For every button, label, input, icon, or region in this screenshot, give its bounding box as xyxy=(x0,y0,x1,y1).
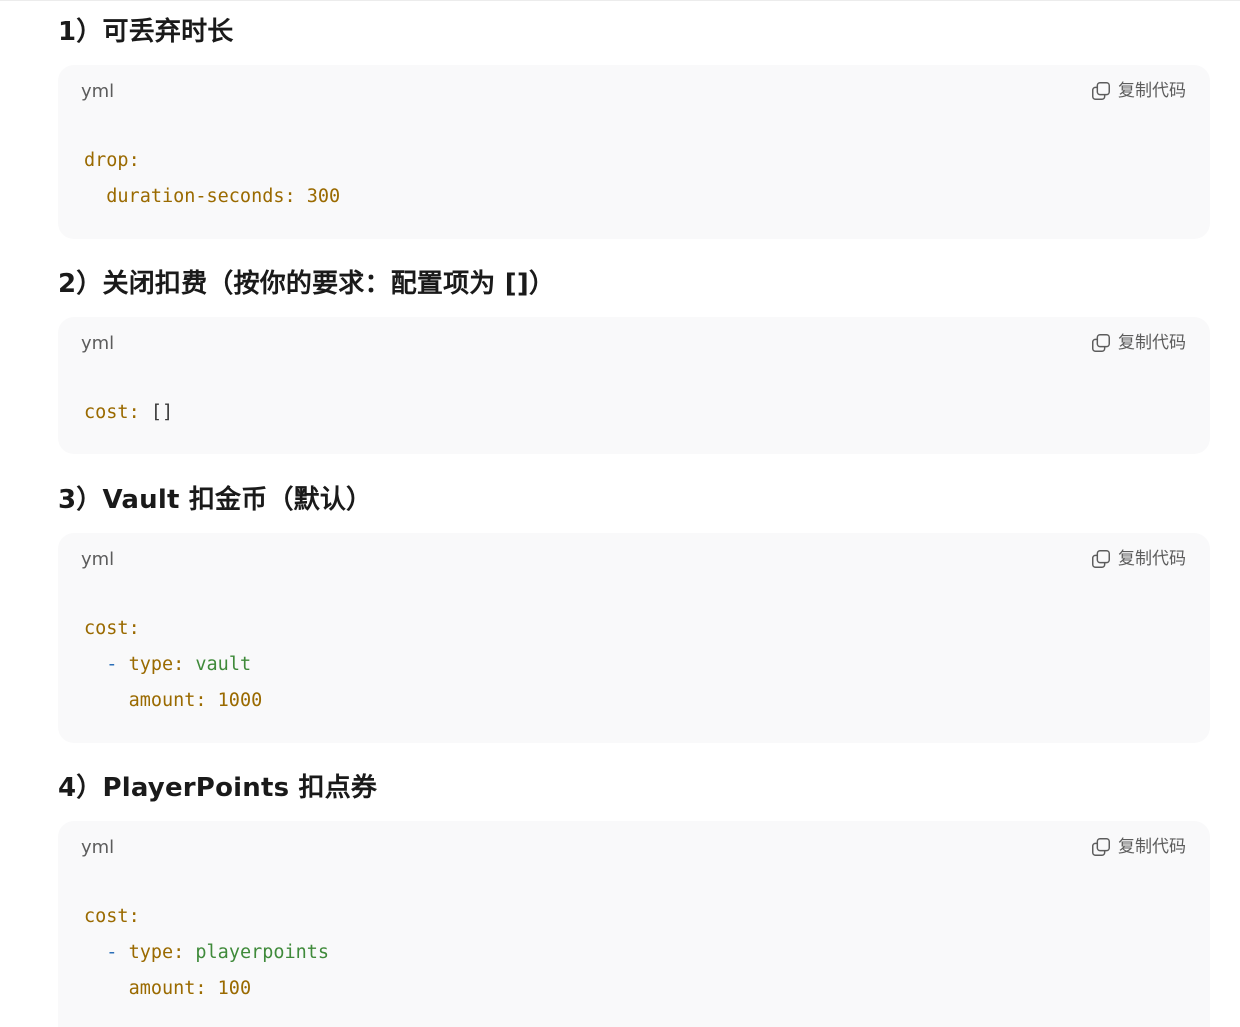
yaml-colon: : xyxy=(128,150,140,171)
copy-icon xyxy=(1092,82,1110,100)
copy-code-button[interactable]: 复制代码 xyxy=(1090,79,1186,103)
yaml-indent xyxy=(84,942,106,963)
code-line: - type: vault xyxy=(84,647,262,683)
copy-code-label: 复制代码 xyxy=(1118,81,1186,101)
yaml-colon: : xyxy=(173,942,196,963)
code-content: cost: - type: playerpoints amount: 100 xyxy=(84,899,329,1007)
yaml-key: amount xyxy=(128,690,196,711)
yaml-key: duration-seconds xyxy=(106,186,285,207)
copy-code-label: 复制代码 xyxy=(1118,333,1186,353)
code-line: amount: 1000 xyxy=(84,683,263,719)
code-language-label: yml xyxy=(81,549,115,570)
yaml-list-dash: - xyxy=(106,942,129,963)
code-content: cost: - type: vault amount: 1000 xyxy=(84,611,262,719)
yaml-number: 300 xyxy=(306,186,341,207)
yaml-string: vault xyxy=(195,654,252,675)
code-language-label: yml xyxy=(81,837,115,858)
yaml-key: type xyxy=(128,942,174,963)
code-line: cost: xyxy=(84,611,262,647)
yaml-colon: : xyxy=(128,906,140,927)
copy-code-button[interactable]: 复制代码 xyxy=(1090,331,1186,355)
section-title-vault-cost: 3）Vault 扣金币（默认） xyxy=(58,485,373,515)
yaml-indent xyxy=(84,186,106,207)
yaml-empty-list: [] xyxy=(150,402,174,423)
yaml-indent xyxy=(84,978,129,999)
section-title-drop-duration: 1）可丢弃时长 xyxy=(58,17,234,47)
yaml-indent xyxy=(84,690,129,711)
copy-code-label: 复制代码 xyxy=(1118,837,1186,857)
code-content: drop: duration-seconds: 300 xyxy=(84,143,340,215)
code-block-vault-cost: yml 复制代码 cost: - type: vault amount: 100… xyxy=(58,533,1210,743)
yaml-colon: : xyxy=(195,690,218,711)
code-line: cost: xyxy=(84,899,329,935)
copy-icon xyxy=(1092,334,1110,352)
code-block-drop-duration: yml 复制代码 drop: duration-seconds: 300 xyxy=(58,65,1210,239)
yaml-colon: : xyxy=(195,978,218,999)
yaml-key: drop xyxy=(84,150,129,171)
code-line: drop: xyxy=(84,143,340,179)
code-line: cost: [] xyxy=(84,395,173,431)
code-language-label: yml xyxy=(81,333,115,354)
yaml-list-dash: - xyxy=(106,654,129,675)
yaml-key: cost xyxy=(84,402,129,423)
top-divider xyxy=(0,0,1240,1)
yaml-key: amount xyxy=(128,978,196,999)
yaml-colon: : xyxy=(128,618,140,639)
yaml-number: 1000 xyxy=(217,690,263,711)
yaml-colon: : xyxy=(173,654,196,675)
section-title-playerpoints-cost: 4）PlayerPoints 扣点券 xyxy=(58,773,378,803)
yaml-number: 100 xyxy=(217,978,252,999)
copy-icon xyxy=(1092,550,1110,568)
copy-code-button[interactable]: 复制代码 xyxy=(1090,547,1186,571)
copy-icon xyxy=(1092,838,1110,856)
section-title-disable-cost: 2）关闭扣费（按你的要求：配置项为 []） xyxy=(58,269,556,299)
yaml-string: playerpoints xyxy=(195,942,330,963)
yaml-key: cost xyxy=(84,618,129,639)
code-content: cost: [] xyxy=(84,395,173,431)
code-line: amount: 100 xyxy=(84,971,329,1007)
code-language-label: yml xyxy=(81,81,115,102)
code-block-playerpoints-cost: yml 复制代码 cost: - type: playerpoints amou… xyxy=(58,821,1210,1027)
yaml-key: type xyxy=(128,654,174,675)
copy-code-button[interactable]: 复制代码 xyxy=(1090,835,1186,859)
copy-code-label: 复制代码 xyxy=(1118,549,1186,569)
yaml-colon: : xyxy=(128,402,151,423)
yaml-indent xyxy=(84,654,106,675)
yaml-key: cost xyxy=(84,906,129,927)
code-line: duration-seconds: 300 xyxy=(84,179,340,215)
yaml-colon: : xyxy=(284,186,307,207)
code-line: - type: playerpoints xyxy=(84,935,329,971)
code-block-disable-cost: yml 复制代码 cost: [] xyxy=(58,317,1210,454)
